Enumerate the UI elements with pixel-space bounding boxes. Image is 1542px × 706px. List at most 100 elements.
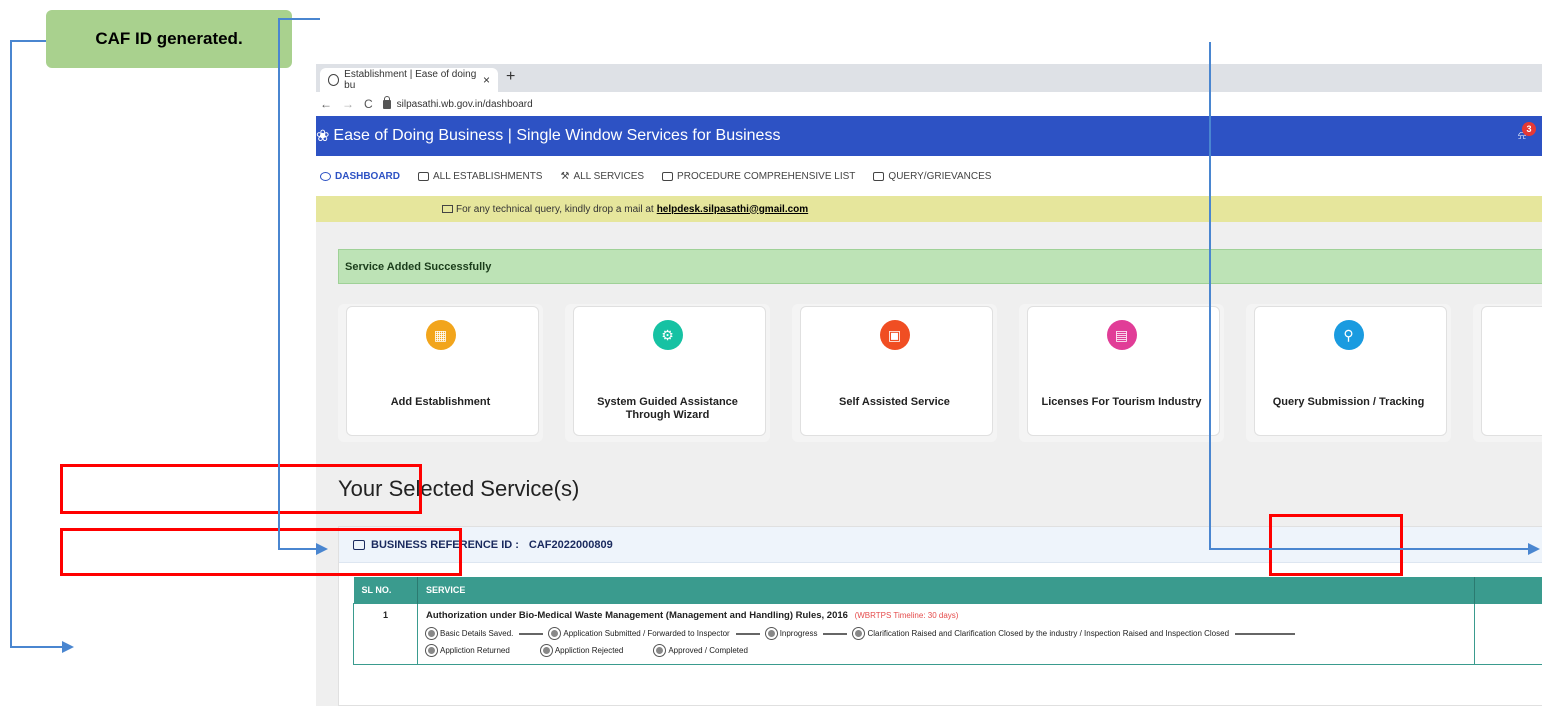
service-cards: ▦ Add Establishment ⚙ System Guided Assi… — [338, 304, 1542, 442]
step-item: Appliction Returned — [426, 644, 510, 658]
dashboard-icon — [320, 171, 331, 181]
status-dot-icon — [765, 628, 777, 639]
menu-all-services[interactable]: ⚒ ALL SERVICES — [560, 171, 644, 182]
connector-line — [10, 40, 46, 42]
step-label: Appliction Returned — [440, 645, 510, 655]
step-item: Approved / Completed — [654, 644, 748, 658]
main-menu: DASHBOARD ALL ESTABLISHMENTS ⚒ ALL SERVIC… — [316, 156, 1542, 196]
status-dot-icon — [549, 628, 561, 639]
step-item: Basic Details Saved. — [426, 627, 513, 641]
step-label: Approved / Completed — [668, 645, 748, 655]
card-label: Add Establishment — [390, 396, 491, 408]
step-label: Application Submitted / Forwarded to Ins… — [563, 628, 730, 638]
card-guided-assistance[interactable]: ⚙ System Guided Assistance Through Wizar… — [565, 304, 770, 442]
step-label: Appliction Rejected — [554, 645, 624, 655]
arrow-icon — [62, 641, 74, 653]
card-label: Self Assisted Service — [839, 396, 950, 408]
browser-window: Establishment | Ease of doing bu × + ← →… — [316, 64, 1542, 706]
card-tourism-licenses[interactable]: ▤ Licenses For Tourism Industry — [1019, 304, 1224, 442]
logo-icon: ❀ — [316, 128, 330, 145]
app-title: Ease of Doing Business | Single Window S… — [333, 127, 781, 144]
connector-line — [1209, 42, 1211, 550]
col-sl-no: SL NO. — [353, 577, 418, 603]
step-item: Inprogress — [765, 627, 818, 641]
browser-tab[interactable]: Establishment | Ease of doing bu × — [320, 68, 498, 92]
card-body — [1481, 306, 1542, 436]
table-row: 1 Authorization under Bio-Medical Waste … — [353, 602, 1542, 665]
status-dot-icon — [426, 645, 437, 656]
row-sl: 1 — [353, 602, 418, 665]
back-icon[interactable]: ← — [320, 97, 332, 111]
notice-text: For any technical query, kindly drop a m… — [456, 203, 654, 215]
gear-icon: ⚙ — [652, 320, 683, 350]
menu-label: ALL SERVICES — [573, 170, 645, 182]
services-table: SL NO. SERVICE 1 Authorization under Bio… — [353, 577, 1542, 665]
card-self-assisted[interactable]: ▣ Self Assisted Service — [792, 304, 997, 442]
card-query-tracking[interactable]: ⚲ Query Submission / Tracking — [1246, 304, 1451, 442]
status-dot-icon — [540, 645, 552, 656]
step-item: Appliction Rejected — [540, 644, 624, 658]
step-label: Inprogress — [779, 628, 818, 638]
menu-query-grievances[interactable]: QUERY/GRIEVANCES — [873, 171, 991, 182]
status-steps: Basic Details Saved. Application Submitt… — [426, 627, 1466, 641]
license-icon: ▤ — [1106, 320, 1137, 350]
connector-line — [1209, 548, 1529, 550]
step-label: Basic Details Saved. — [440, 628, 514, 638]
app-header: ❀ Ease of Doing Business | Single Window… — [316, 116, 1542, 156]
caf-id: CAF2022000809 — [528, 538, 613, 551]
url-text: silpasathi.wb.gov.in/dashboard — [396, 98, 533, 110]
status-dot-icon — [654, 645, 666, 656]
timeline-text: (WBRTPS Timeline: 30 days) — [854, 610, 959, 620]
row-service: Authorization under Bio-Medical Waste Ma… — [417, 602, 1475, 665]
menu-label: DASHBOARD — [335, 170, 400, 182]
tab-close-icon[interactable]: × — [483, 73, 490, 87]
status-steps: Appliction Returned Appliction Rejected … — [426, 644, 1466, 658]
menu-procedure-list[interactable]: PROCEDURE COMPREHENSIVE LIST — [662, 171, 855, 182]
service-title: Authorization under Bio-Medical Waste Ma… — [426, 609, 848, 621]
col-action — [1474, 577, 1542, 603]
connector-line — [292, 18, 320, 20]
arrow-icon — [1528, 543, 1540, 555]
callout-text: CAF ID generated. — [95, 29, 243, 48]
forward-icon[interactable]: → — [342, 97, 354, 111]
menu-label: ALL ESTABLISHMENTS — [433, 170, 543, 182]
success-text: Service Added Successfully — [345, 260, 492, 273]
card-partial[interactable] — [1473, 304, 1542, 442]
tab-bar: Establishment | Ease of doing bu × + — [316, 64, 1542, 92]
step-label: Clarification Raised and Clarification C… — [867, 628, 1230, 638]
success-alert: Service Added Successfully — [338, 249, 1542, 284]
connector-line — [278, 548, 318, 550]
tab-title: Establishment | Ease of doing bu — [344, 69, 477, 91]
new-tab-button[interactable]: + — [506, 68, 515, 86]
card-label: Licenses For Tourism Industry — [1041, 396, 1202, 408]
reload-icon[interactable]: C — [364, 97, 373, 111]
step-connector — [519, 632, 544, 635]
card-add-establishment[interactable]: ▦ Add Establishment — [338, 304, 543, 442]
step-connector — [1235, 632, 1296, 635]
grid-icon: ▣ — [879, 320, 910, 350]
status-dot-icon — [853, 628, 865, 639]
address-bar: ← → C silpasathi.wb.gov.in/dashboard — [316, 92, 1542, 116]
menu-label: PROCEDURE COMPREHENSIVE LIST — [677, 170, 856, 182]
highlight-box — [60, 528, 462, 576]
url-field[interactable]: silpasathi.wb.gov.in/dashboard — [382, 95, 533, 110]
step-connector — [735, 632, 760, 635]
menu-dashboard[interactable]: DASHBOARD — [320, 171, 400, 182]
building-icon — [418, 171, 429, 181]
connector-line — [278, 18, 280, 550]
highlight-box — [1269, 514, 1403, 576]
connector-line — [278, 18, 294, 20]
caf-callout: CAF ID generated. — [46, 10, 292, 68]
step-item: Application Submitted / Forwarded to Ins… — [549, 627, 730, 641]
connector-line — [10, 646, 64, 648]
connector-line — [10, 40, 12, 648]
wrench-icon: ⚒ — [560, 170, 570, 182]
helpdesk-email-link[interactable]: helpdesk.silpasathi@gmail.com — [657, 204, 808, 215]
highlight-box — [60, 464, 422, 514]
service-name: Authorization under Bio-Medical Waste Ma… — [426, 610, 1466, 621]
arrow-icon — [316, 543, 328, 555]
screenshot-stage: CAF ID generated. Establishment | Ease o… — [0, 0, 1542, 706]
row-action — [1474, 602, 1542, 665]
building-icon: ▦ — [425, 320, 456, 350]
menu-all-establishments[interactable]: ALL ESTABLISHMENTS — [418, 171, 542, 182]
